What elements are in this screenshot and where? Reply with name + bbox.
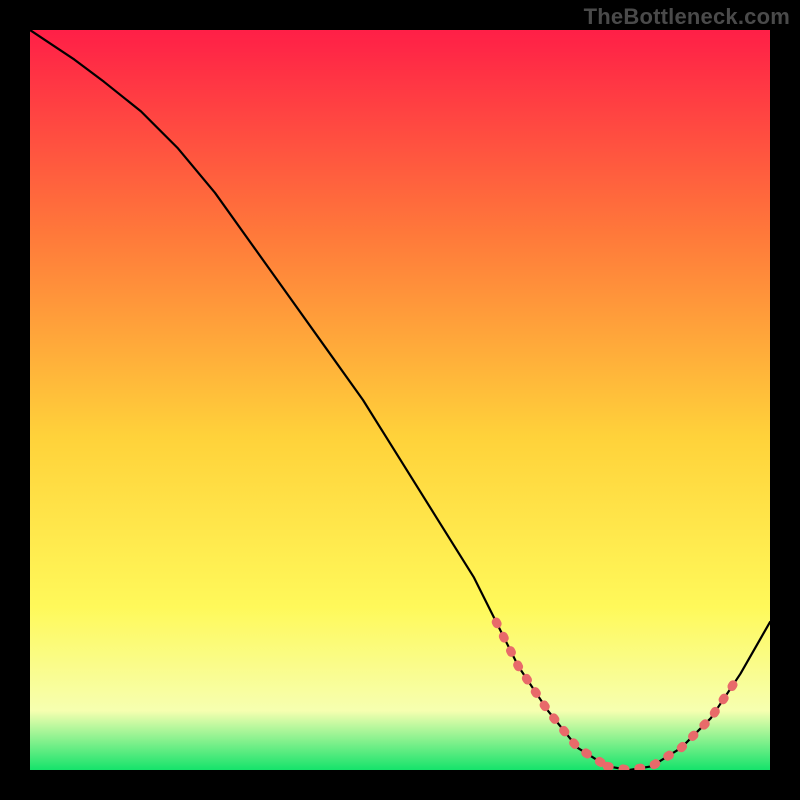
plot-svg [30, 30, 770, 770]
watermark-text: TheBottleneck.com [584, 4, 790, 30]
gradient-background [30, 30, 770, 770]
plot-area [30, 30, 770, 770]
chart-frame: TheBottleneck.com [0, 0, 800, 800]
